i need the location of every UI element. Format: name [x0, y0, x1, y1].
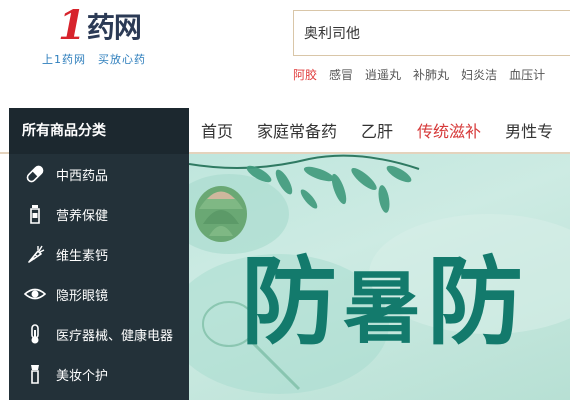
site-logo[interactable]: 1 药网 上1药网 买放心药 — [40, 2, 170, 67]
hot-search-words: 阿胶 感冒 逍遥丸 补肺丸 妇炎洁 血压计 — [293, 66, 557, 83]
nav-item-traditional-tonic[interactable]: 传统滋补 — [417, 118, 481, 142]
cosmetic-icon — [22, 361, 48, 387]
pill-icon — [22, 161, 48, 187]
category-sidebar: 所有商品分类 中西药品 营养保健 维生素钙 隐形眼镜 医疗器械、健康电器 美妆个… — [9, 108, 189, 400]
search-box — [293, 10, 570, 56]
hotword-link[interactable]: 血压计 — [509, 66, 545, 83]
nav-item-home[interactable]: 首页 — [201, 118, 233, 142]
category-item-nutrition[interactable]: 营养保健 — [9, 194, 189, 234]
hotword-link[interactable]: 阿胶 — [293, 66, 317, 83]
banner-title-char: 防 — [241, 246, 337, 358]
thermometer-icon — [22, 321, 48, 347]
banner-title: 防 暑 防 — [241, 254, 523, 350]
hotword-link[interactable]: 逍遥丸 — [365, 66, 401, 83]
logo-text: 药网 — [86, 11, 142, 44]
nav-item-hepatitis-b[interactable]: 乙肝 — [361, 118, 393, 142]
category-item-contact-lenses[interactable]: 隐形眼镜 — [9, 274, 189, 314]
category-label: 医疗器械、健康电器 — [56, 328, 174, 344]
category-label: 美妆个护 — [56, 368, 109, 384]
category-item-medical-devices[interactable]: 医疗器械、健康电器 — [9, 314, 189, 354]
logo-mark: 1 药网 — [58, 2, 142, 49]
category-item-medicine[interactable]: 中西药品 — [9, 154, 189, 194]
category-list: 中西药品 营养保健 维生素钙 隐形眼镜 医疗器械、健康电器 美妆个护 — [9, 154, 189, 394]
bottle-icon — [22, 201, 48, 227]
banner-title-char: 暑 — [343, 264, 422, 354]
logo-slogan: 上1药网 买放心药 — [42, 53, 146, 66]
main-nav: 首页 家庭常备药 乙肝 传统滋补 男性专 — [189, 108, 565, 152]
category-item-vitamins[interactable]: 维生素钙 — [9, 234, 189, 274]
banner-title-char: 防 — [427, 246, 524, 358]
promo-banner[interactable]: 防 暑 防 — [189, 154, 570, 400]
hotword-link[interactable]: 补肺丸 — [413, 66, 449, 83]
logo-number: 1 — [58, 2, 86, 49]
carrot-icon — [22, 241, 48, 267]
hotword-link[interactable]: 感冒 — [329, 66, 353, 83]
search-input[interactable] — [304, 23, 564, 45]
nav-item-men-health[interactable]: 男性专 — [505, 118, 553, 142]
category-label: 中西药品 — [56, 168, 109, 184]
category-label: 隐形眼镜 — [56, 288, 109, 304]
nav-item-family-medicine[interactable]: 家庭常备药 — [257, 118, 337, 142]
category-sidebar-title[interactable]: 所有商品分类 — [9, 108, 189, 154]
hotword-link[interactable]: 妇炎洁 — [461, 66, 497, 83]
category-label: 维生素钙 — [56, 248, 109, 264]
eye-icon — [22, 281, 48, 307]
category-label: 营养保健 — [56, 208, 109, 224]
category-item-cosmetics[interactable]: 美妆个护 — [9, 354, 189, 394]
